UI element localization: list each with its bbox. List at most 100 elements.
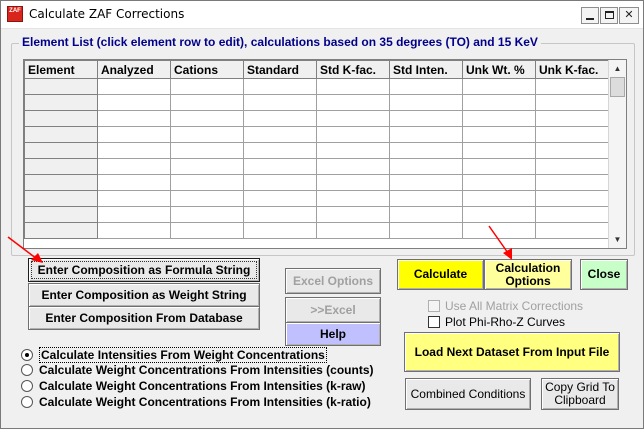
table-row[interactable] <box>24 206 609 223</box>
grid-cell[interactable] <box>243 110 317 127</box>
grid-cell[interactable] <box>462 110 536 127</box>
grid-cell[interactable] <box>389 190 463 207</box>
grid-cell[interactable] <box>170 174 244 191</box>
row-header-cell[interactable] <box>24 158 98 175</box>
grid-cell[interactable] <box>97 174 171 191</box>
radio-calc-weight-kraw[interactable]: Calculate Weight Concentrations From Int… <box>21 379 366 393</box>
row-header-cell[interactable] <box>24 142 98 159</box>
grid-cell[interactable] <box>316 142 390 159</box>
grid-cell[interactable] <box>462 126 536 143</box>
row-header-cell[interactable] <box>24 222 98 239</box>
grid-cell[interactable] <box>97 126 171 143</box>
table-row[interactable] <box>24 158 609 175</box>
grid-cell[interactable] <box>462 190 536 207</box>
grid-cell[interactable] <box>170 78 244 95</box>
grid-cell[interactable] <box>535 158 609 175</box>
title-bar[interactable]: ZAF Calculate ZAF Corrections ✕ <box>1 1 643 29</box>
grid-cell[interactable] <box>243 142 317 159</box>
enter-database-button[interactable]: Enter Composition From Database <box>28 306 260 330</box>
col-header[interactable]: Std K-fac. <box>316 60 390 79</box>
grid-cell[interactable] <box>97 158 171 175</box>
radio-dot[interactable] <box>21 364 33 376</box>
enter-weight-button[interactable]: Enter Composition as Weight String <box>28 283 260 307</box>
grid-cell[interactable] <box>243 190 317 207</box>
radio-calc-intensities[interactable]: Calculate Intensities From Weight Concen… <box>21 347 327 363</box>
calculation-options-button[interactable]: Calculation Options <box>484 259 572 290</box>
grid-cell[interactable] <box>243 174 317 191</box>
checkbox-box[interactable] <box>428 300 440 312</box>
grid-cell[interactable] <box>462 174 536 191</box>
grid-cell[interactable] <box>462 142 536 159</box>
grid-cell[interactable] <box>389 222 463 239</box>
col-header[interactable]: Unk Wt. % <box>462 60 536 79</box>
matrix-corrections-checkbox[interactable]: Use All Matrix Corrections <box>428 299 583 313</box>
grid-cell[interactable] <box>535 110 609 127</box>
row-header-cell[interactable] <box>24 78 98 95</box>
grid-cell[interactable] <box>170 222 244 239</box>
grid-cell[interactable] <box>97 206 171 223</box>
grid-cell[interactable] <box>389 78 463 95</box>
grid-cell[interactable] <box>243 206 317 223</box>
grid-cell[interactable] <box>535 142 609 159</box>
maximize-button[interactable] <box>600 7 618 24</box>
grid-cell[interactable] <box>389 126 463 143</box>
grid-cell[interactable] <box>316 78 390 95</box>
grid-cell[interactable] <box>316 222 390 239</box>
calculate-button[interactable]: Calculate <box>397 259 484 290</box>
grid-cell[interactable] <box>97 78 171 95</box>
table-row[interactable] <box>24 78 609 95</box>
grid-cell[interactable] <box>243 222 317 239</box>
grid-cell[interactable] <box>316 94 390 111</box>
grid-cell[interactable] <box>316 126 390 143</box>
grid-cell[interactable] <box>535 126 609 143</box>
grid-cell[interactable] <box>97 142 171 159</box>
grid-cell[interactable] <box>316 206 390 223</box>
copy-grid-button[interactable]: Copy Grid To Clipboard <box>541 378 619 410</box>
table-row[interactable] <box>24 190 609 207</box>
grid-cell[interactable] <box>316 190 390 207</box>
combined-conditions-button[interactable]: Combined Conditions <box>405 378 531 410</box>
grid-cell[interactable] <box>97 222 171 239</box>
row-header-cell[interactable] <box>24 206 98 223</box>
scroll-up-icon[interactable]: ▲ <box>609 60 626 77</box>
help-button[interactable]: Help <box>285 322 381 346</box>
grid-vertical-scrollbar[interactable]: ▲ ▼ <box>608 60 626 248</box>
col-header[interactable]: Standard <box>243 60 317 79</box>
phi-rho-z-checkbox[interactable]: Plot Phi-Rho-Z Curves <box>428 315 565 329</box>
col-header[interactable]: Cations <box>170 60 244 79</box>
grid-cell[interactable] <box>462 78 536 95</box>
radio-calc-weight-kratio[interactable]: Calculate Weight Concentrations From Int… <box>21 395 371 409</box>
grid-cell[interactable] <box>462 158 536 175</box>
table-row[interactable] <box>24 94 609 111</box>
grid-cell[interactable] <box>316 110 390 127</box>
grid-cell[interactable] <box>243 94 317 111</box>
grid-cell[interactable] <box>389 206 463 223</box>
scroll-down-icon[interactable]: ▼ <box>609 231 626 248</box>
grid-cell[interactable] <box>389 174 463 191</box>
table-row[interactable] <box>24 110 609 127</box>
table-row[interactable] <box>24 142 609 159</box>
grid-cell[interactable] <box>97 94 171 111</box>
radio-dot[interactable] <box>21 349 33 361</box>
checkbox-box[interactable] <box>428 316 440 328</box>
grid-cell[interactable] <box>170 126 244 143</box>
grid-cell[interactable] <box>243 78 317 95</box>
grid-cell[interactable] <box>389 142 463 159</box>
minimize-button[interactable] <box>581 7 599 24</box>
row-header-cell[interactable] <box>24 126 98 143</box>
grid-cell[interactable] <box>462 222 536 239</box>
grid-cell[interactable] <box>97 110 171 127</box>
row-header-cell[interactable] <box>24 110 98 127</box>
grid-cell[interactable] <box>535 190 609 207</box>
grid-cell[interactable] <box>535 94 609 111</box>
col-header[interactable]: Analyzed <box>97 60 171 79</box>
element-grid[interactable]: Element Analyzed Cations Standard Std K-… <box>23 59 627 249</box>
radio-dot[interactable] <box>21 396 33 408</box>
table-row[interactable] <box>24 174 609 191</box>
grid-cell[interactable] <box>170 206 244 223</box>
row-header-cell[interactable] <box>24 94 98 111</box>
grid-cell[interactable] <box>462 94 536 111</box>
scroll-thumb[interactable] <box>610 77 625 97</box>
grid-cell[interactable] <box>389 94 463 111</box>
grid-cell[interactable] <box>170 110 244 127</box>
